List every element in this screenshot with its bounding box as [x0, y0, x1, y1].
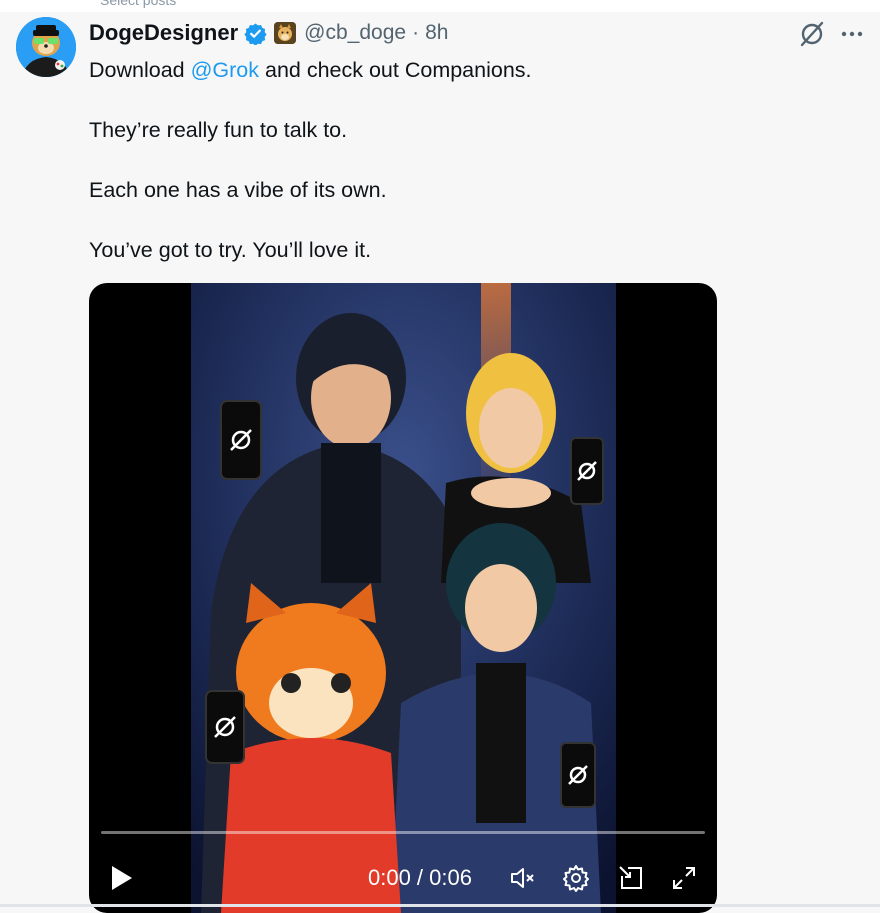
tweet-paragraph: Each one has a vibe of its own. — [89, 178, 387, 202]
verified-badge-icon — [244, 22, 267, 45]
video-progress-bar[interactable] — [101, 831, 705, 834]
video-time: 0:00 / 0:06 — [368, 865, 472, 890]
top-strip: Select posts — [0, 0, 880, 12]
grok-icon[interactable] — [798, 20, 826, 48]
select-posts-label: Select posts — [100, 0, 177, 8]
doge-badge-icon — [274, 22, 297, 44]
separator-dot: · — [412, 21, 420, 44]
play-icon[interactable] — [109, 863, 135, 893]
fullscreen-icon[interactable] — [669, 863, 699, 893]
author-name[interactable]: DogeDesigner — [89, 20, 238, 46]
text-prefix: Download — [89, 58, 191, 82]
video-player[interactable]: 0:00 / 0:06 — [89, 283, 717, 913]
tweet-text: Download @Grok and check out Companions.… — [89, 56, 849, 264]
grok-mention-link[interactable]: @Grok — [191, 58, 259, 82]
volume-muted-icon[interactable] — [508, 863, 538, 893]
tweet-line-1: Download @Grok and check out Companions. — [89, 56, 849, 84]
tweet-header: DogeDesigner @cb_doge · 8h — [89, 18, 448, 48]
tweet-paragraph: They’re really fun to talk to. — [89, 118, 348, 142]
author-handle[interactable]: @cb_doge — [304, 21, 406, 45]
text-suffix: and check out Companions. — [259, 58, 532, 82]
post-time[interactable]: 8h — [425, 21, 448, 45]
picture-in-picture-icon[interactable] — [616, 863, 646, 893]
video-frame-artwork — [191, 283, 616, 913]
gear-icon[interactable] — [561, 863, 591, 893]
avatar[interactable] — [16, 17, 76, 77]
more-icon[interactable] — [840, 22, 864, 46]
tweet-paragraph: You’ve got to try. You’ll love it. — [89, 238, 372, 262]
